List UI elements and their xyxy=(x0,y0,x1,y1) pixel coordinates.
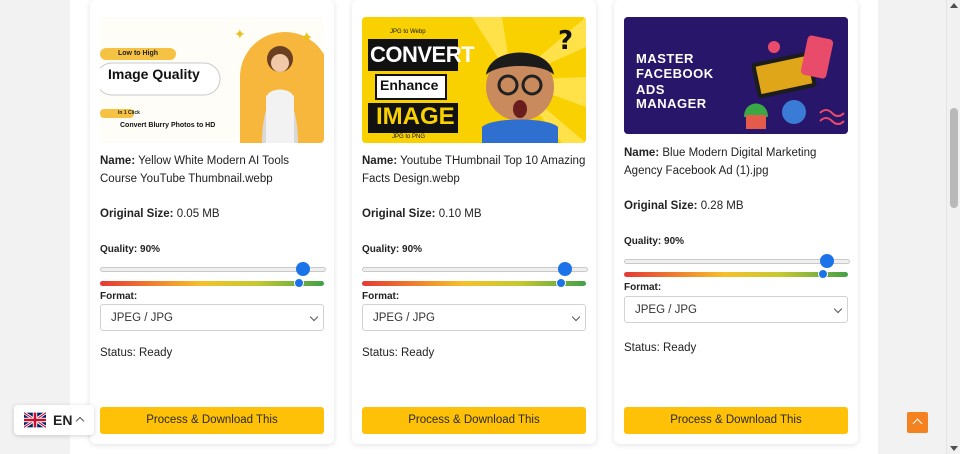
page-scrollbar[interactable] xyxy=(946,0,960,454)
back-to-top-button[interactable] xyxy=(907,412,928,433)
file-name: Name: Youtube THumbnail Top 10 Amazing F… xyxy=(362,152,588,188)
process-download-button[interactable]: Process & Download This xyxy=(362,407,586,434)
scroll-thumb[interactable] xyxy=(950,108,958,208)
size-value: 0.10 MB xyxy=(438,208,482,220)
thumb-line1: MASTER xyxy=(636,51,694,66)
image-card: ✦ ✦ Low to High Image Quality In 1 Click… xyxy=(90,0,334,444)
format-selected-value: JPEG / JPG xyxy=(635,304,697,316)
file-name: Name: Yellow White Modern AI Tools Cours… xyxy=(100,152,326,188)
quality-gradient-bar[interactable] xyxy=(362,278,586,288)
quality-slider-thumb[interactable] xyxy=(820,254,834,268)
quality-slider-thumb[interactable] xyxy=(558,262,572,276)
image-card: ? JPG to Webp CONVERT Enhance IMAGE JPG … xyxy=(352,0,596,444)
quality-label: Quality: 90% xyxy=(100,244,161,255)
thumb-bottom-text: JPG to PNG xyxy=(392,134,426,140)
quality-gradient-bar[interactable] xyxy=(100,278,324,288)
thumb-badge-top: Low to High xyxy=(118,50,159,57)
status-text: Status: Ready xyxy=(100,347,173,359)
chevron-up-icon xyxy=(912,418,923,429)
format-selected-value: JPEG / JPG xyxy=(373,312,435,324)
format-select[interactable]: JPEG / JPG xyxy=(362,304,586,331)
chevron-down-icon xyxy=(571,312,581,322)
name-label: Name: xyxy=(100,155,136,167)
thumb-headline: Image Quality xyxy=(108,66,200,82)
format-select[interactable]: JPEG / JPG xyxy=(624,296,848,323)
language-code: EN xyxy=(53,412,73,428)
gradient-slider-thumb[interactable] xyxy=(294,278,304,288)
image-thumbnail: ? JPG to Webp CONVERT Enhance IMAGE JPG … xyxy=(362,17,586,143)
thumb-top-text: JPG to Webp xyxy=(390,29,426,35)
scroll-up-arrow-icon[interactable] xyxy=(950,3,958,8)
thumb-tagline: Convert Blurry Photos to HD xyxy=(120,122,216,129)
image-thumbnail: ✦ ✦ Low to High Image Quality In 1 Click… xyxy=(100,17,324,143)
format-label: Format: xyxy=(624,282,662,293)
gradient-slider-thumb[interactable] xyxy=(556,278,566,288)
original-size: Original Size: 0.28 MB xyxy=(624,200,744,212)
quality-slider[interactable] xyxy=(100,262,326,276)
name-label: Name: xyxy=(624,147,660,159)
thumb-line2: FACEBOOK xyxy=(636,66,714,81)
svg-text:✦: ✦ xyxy=(234,27,246,43)
process-download-button[interactable]: Process & Download This xyxy=(624,407,848,434)
process-download-button[interactable]: Process & Download This xyxy=(100,407,324,434)
quality-slider[interactable] xyxy=(362,262,588,276)
uk-flag-icon xyxy=(24,412,46,428)
quality-slider-thumb[interactable] xyxy=(296,262,310,276)
chevron-up-icon xyxy=(75,416,85,426)
thumb-line3: IMAGE xyxy=(376,103,455,130)
original-size: Original Size: 0.05 MB xyxy=(100,208,220,220)
quality-label: Quality: 90% xyxy=(624,236,685,247)
thumb-line4: MANAGER xyxy=(636,96,707,111)
name-label: Name: xyxy=(362,155,398,167)
size-value: 0.05 MB xyxy=(176,208,220,220)
file-name: Name: Blue Modern Digital Marketing Agen… xyxy=(624,144,850,180)
language-switcher[interactable]: EN xyxy=(14,405,94,435)
chevron-down-icon xyxy=(309,312,319,322)
status-text: Status: Ready xyxy=(362,347,435,359)
thumb-line2: Enhance xyxy=(380,77,439,93)
size-value: 0.28 MB xyxy=(700,200,744,212)
quality-slider[interactable] xyxy=(624,254,850,268)
format-label: Format: xyxy=(362,291,400,302)
scroll-down-arrow-icon[interactable] xyxy=(950,446,958,451)
original-size: Original Size: 0.10 MB xyxy=(362,208,482,220)
image-thumbnail: MASTER FACEBOOK ADS MANAGER xyxy=(624,17,848,134)
status-text: Status: Ready xyxy=(624,342,697,354)
size-label: Original Size: xyxy=(624,200,698,212)
svg-text:✦: ✦ xyxy=(300,28,313,47)
image-card: MASTER FACEBOOK ADS MANAGER Name: Blue M… xyxy=(614,0,858,444)
size-label: Original Size: xyxy=(362,208,436,220)
svg-text:?: ? xyxy=(558,26,573,56)
size-label: Original Size: xyxy=(100,208,174,220)
gradient-slider-thumb[interactable] xyxy=(818,269,828,279)
thumb-line1: CONVERT xyxy=(370,42,475,67)
quality-label: Quality: 90% xyxy=(362,244,423,255)
format-select[interactable]: JPEG / JPG xyxy=(100,304,324,331)
thumb-badge-small: In 1 Click xyxy=(118,110,140,116)
thumb-line3: ADS xyxy=(636,82,665,97)
format-label: Format: xyxy=(100,291,138,302)
chevron-down-icon xyxy=(833,304,843,314)
quality-gradient-bar[interactable] xyxy=(624,269,848,279)
format-selected-value: JPEG / JPG xyxy=(111,312,173,324)
